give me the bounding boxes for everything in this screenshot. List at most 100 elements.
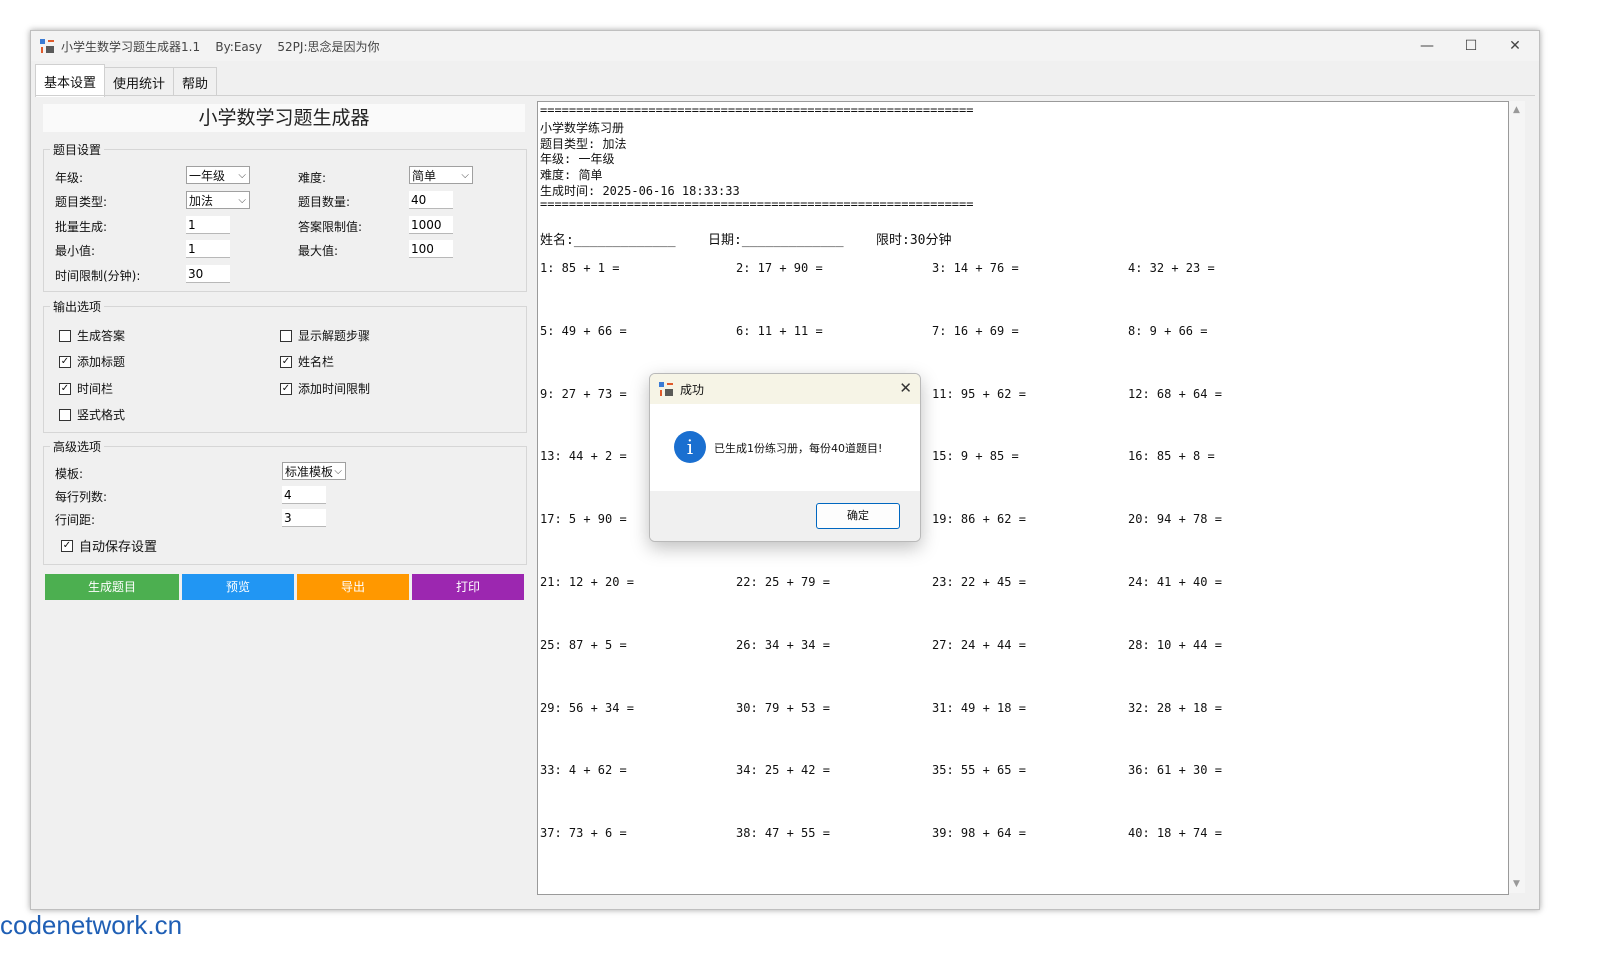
type-label: 题目类型: [55, 195, 108, 209]
tab-help[interactable]: 帮助 [173, 67, 218, 95]
show-steps-checkbox[interactable]: 显示解题步骤 [280, 327, 370, 344]
checkbox-label: 添加标题 [77, 355, 126, 369]
difficulty-select[interactable]: 简单 ⌵ [409, 166, 473, 184]
generate-answers-checkbox[interactable]: 生成答案 [59, 327, 125, 344]
worksheet-title: 小学数学练习册 [540, 121, 625, 135]
checkbox-box [280, 329, 292, 342]
ok-button[interactable]: 确定 [816, 503, 900, 529]
problem-item: 21: 12 + 20 = [540, 575, 634, 589]
count-label: 题目数量: [298, 195, 351, 209]
watermark: codenetwork.cn [0, 910, 183, 940]
problem-item: 8: 9 + 66 = [1128, 324, 1208, 338]
template-label: 模板: [55, 467, 84, 481]
generate-button[interactable]: 生成题目 [45, 574, 179, 600]
type-value: 加法 [189, 194, 214, 208]
grade-value: 一年级 [189, 169, 226, 183]
problem-item: 36: 61 + 30 = [1128, 763, 1222, 777]
problem-item: 26: 34 + 34 = [736, 638, 830, 652]
print-button[interactable]: 打印 [412, 574, 524, 600]
time-limit-input[interactable] [186, 265, 230, 283]
problem-item: 29: 56 + 34 = [540, 701, 634, 715]
problem-item: 30: 79 + 53 = [736, 701, 830, 715]
template-value: 标准模板 [285, 465, 334, 479]
answer-limit-label: 答案限制值: [298, 220, 363, 234]
success-dialog: 成功 ✕ i 已生成1份练习册，每份40道题目! 确定 [649, 373, 921, 542]
maximize-button[interactable]: ☐ [1449, 31, 1493, 61]
close-icon[interactable]: ✕ [899, 379, 912, 397]
problem-item: 25: 87 + 5 = [540, 638, 627, 652]
difficulty-line: 难度: 简单 [540, 168, 603, 182]
max-label: 最大值: [298, 244, 339, 258]
answer-limit-input[interactable] [409, 216, 453, 234]
dialog-message: 已生成1份练习册，每份40道题目! [714, 442, 883, 455]
close-button[interactable]: ✕ [1493, 31, 1537, 61]
problem-item: 16: 85 + 8 = [1128, 449, 1215, 463]
problem-item: 4: 32 + 23 = [1128, 261, 1215, 275]
grade-select[interactable]: 一年级 ⌵ [186, 166, 250, 184]
name-field-checkbox[interactable]: ✓ 姓名栏 [280, 353, 334, 370]
time-limit-label: 时间限制(分钟): [55, 269, 141, 283]
scroll-down-icon[interactable]: ▼ [1513, 879, 1520, 889]
checkbox-label: 竖式格式 [77, 408, 126, 422]
time-field-checkbox[interactable]: ✓ 时间栏 [59, 380, 113, 397]
problem-item: 33: 4 + 62 = [540, 763, 627, 777]
problem-item: 24: 41 + 40 = [1128, 575, 1222, 589]
time-limit-line: 限时:30分钟 [876, 233, 952, 248]
chevron-down-icon: ⌵ [461, 170, 469, 181]
page-title: 小学数学习题生成器 [43, 104, 525, 132]
problem-item: 12: 68 + 64 = [1128, 387, 1222, 401]
date-line: 日期:_____________ [708, 233, 844, 248]
batch-label: 批量生成: [55, 220, 108, 234]
type-select[interactable]: 加法 ⌵ [186, 191, 250, 209]
check-icon: ✓ [61, 539, 73, 552]
vertical-format-checkbox[interactable]: 竖式格式 [59, 406, 125, 423]
check-icon: ✓ [280, 382, 292, 395]
grade-label: 年级: [55, 171, 84, 185]
spacing-input[interactable] [282, 509, 326, 527]
group-title: 题目设置 [50, 141, 105, 158]
problem-item: 37: 73 + 6 = [540, 826, 627, 840]
vertical-scrollbar[interactable]: ▲ ▼ [1509, 101, 1525, 893]
export-button[interactable]: 导出 [297, 574, 409, 600]
checkbox-box [59, 329, 71, 342]
add-time-limit-checkbox[interactable]: ✓ 添加时间限制 [280, 380, 370, 397]
count-input[interactable] [409, 191, 453, 209]
add-title-checkbox[interactable]: ✓ 添加标题 [59, 353, 125, 370]
problem-item: 3: 14 + 76 = [932, 261, 1019, 275]
tab-usage-stats[interactable]: 使用统计 [104, 67, 175, 95]
problem-item: 38: 47 + 55 = [736, 826, 830, 840]
dialog-title-bar: 成功 ✕ [650, 374, 920, 404]
checkbox-label: 时间栏 [77, 382, 114, 396]
problem-item: 9: 27 + 73 = [540, 387, 627, 401]
template-select[interactable]: 标准模板 ⌵ [282, 462, 346, 480]
autosave-checkbox[interactable]: ✓ 自动保存设置 [61, 536, 157, 555]
app-icon [40, 39, 54, 53]
checkbox-box [59, 408, 71, 421]
info-icon: i [674, 431, 706, 463]
name-line: 姓名:_____________ [540, 233, 676, 248]
check-icon: ✓ [59, 355, 71, 368]
problem-item: 19: 86 + 62 = [932, 512, 1026, 526]
problem-item: 5: 49 + 66 = [540, 324, 627, 338]
batch-input[interactable] [186, 216, 230, 234]
difficulty-value: 简单 [412, 169, 437, 183]
dialog-footer: 确定 [650, 491, 920, 541]
minimize-button[interactable]: — [1405, 31, 1449, 61]
checkbox-label: 显示解题步骤 [298, 329, 371, 343]
problem-item: 20: 94 + 78 = [1128, 512, 1222, 526]
columns-input[interactable] [282, 486, 326, 504]
scroll-up-icon[interactable]: ▲ [1513, 105, 1520, 115]
chevron-down-icon: ⌵ [238, 170, 246, 181]
check-icon: ✓ [59, 382, 71, 395]
min-input[interactable] [186, 240, 230, 258]
problem-item: 6: 11 + 11 = [736, 324, 823, 338]
problem-item: 17: 5 + 90 = [540, 512, 627, 526]
tab-basic-settings[interactable]: 基本设置 [35, 64, 106, 97]
preview-button[interactable]: 预览 [182, 574, 294, 600]
problem-item: 31: 49 + 18 = [932, 701, 1026, 715]
problem-item: 22: 25 + 79 = [736, 575, 830, 589]
max-input[interactable] [409, 240, 453, 258]
separator-line: ========================================… [540, 103, 974, 117]
problem-item: 27: 24 + 44 = [932, 638, 1026, 652]
problem-item: 15: 9 + 85 = [932, 449, 1019, 463]
